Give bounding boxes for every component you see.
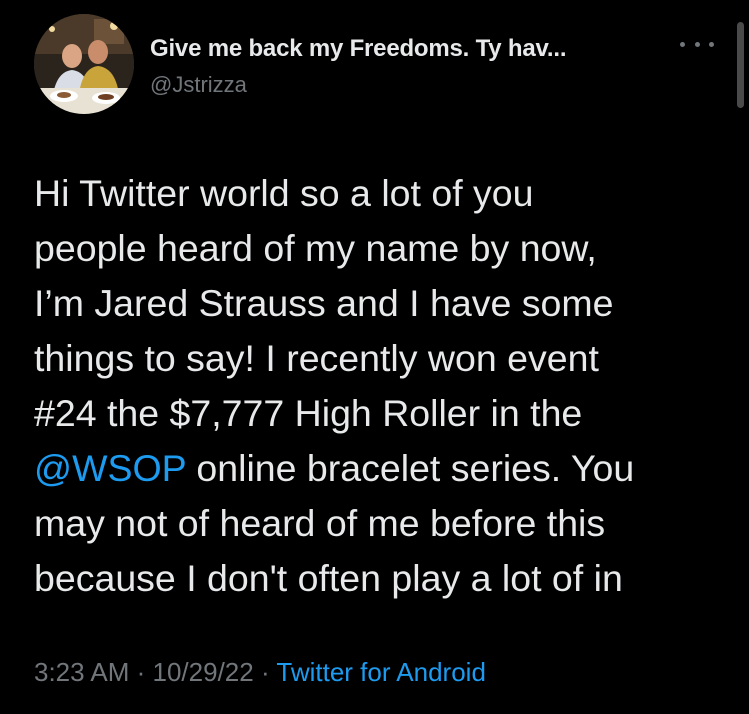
author-display-name[interactable]: Give me back my Freedoms. Ty hav... <box>150 35 566 63</box>
more-options-icon[interactable] <box>680 34 714 54</box>
tweet-metadata: 3:23 AM · 10/29/22 · Twitter for Android <box>34 657 486 688</box>
tweet-line: because I don't often play a lot of in <box>34 557 623 599</box>
tweet-line: people heard of my name by now, <box>34 227 597 269</box>
tweet-line: @WSOP online bracelet series. You <box>34 441 724 496</box>
meta-separator: · <box>129 657 153 687</box>
scrollbar[interactable] <box>737 22 744 108</box>
tweet-line: #24 the $7,777 High Roller in the <box>34 392 583 434</box>
tweet-date[interactable]: 10/29/22 <box>153 657 254 687</box>
author-handle[interactable]: @Jstrizza <box>150 72 247 98</box>
mention-link[interactable]: @WSOP <box>34 447 186 489</box>
tweet-source-link[interactable]: Twitter for Android <box>276 657 486 687</box>
tweet-line-text: online bracelet series. You <box>185 447 635 489</box>
tweet-line: things to say! I recently won event <box>34 337 599 379</box>
profile-photo <box>34 14 134 114</box>
avatar[interactable] <box>34 14 134 114</box>
meta-separator: · <box>253 657 277 687</box>
tweet-line: Hi Twitter world so a lot of you <box>34 172 534 214</box>
tweet-time[interactable]: 3:23 AM <box>34 657 129 687</box>
tweet-detail: Give me back my Freedoms. Ty hav... @Jst… <box>0 0 749 714</box>
tweet-line: I’m Jared Strauss and I have some <box>34 282 614 324</box>
tweet-text: Hi Twitter world so a lot of you people … <box>34 166 724 606</box>
tweet-line: may not of heard of me before this <box>34 502 606 544</box>
